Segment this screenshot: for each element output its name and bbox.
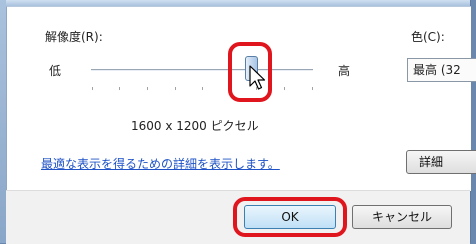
cancel-button[interactable]: キャンセル [352,205,452,229]
slider-tick [312,87,313,90]
help-link[interactable]: 最適な表示を得るための詳細を表示します。 [41,155,280,172]
resolution-label: 解像度(R): [45,30,103,44]
resolution-value-text: 1600 x 1200 ピクセル [131,119,259,133]
slider-tick [202,87,203,90]
slider-high-label: 高 [338,64,351,78]
slider-track[interactable] [91,69,313,70]
slider-tick [175,87,176,90]
highlight-callout-ok [233,197,347,237]
slider-tick [147,87,148,90]
color-label: 色(C): [411,30,445,44]
dialog-window: 解像度(R): 低 高 1600 x 1200 ピクセル 色(C): 最高 (3… [0,0,476,244]
slider-tick [92,87,93,90]
mouse-pointer-icon [249,65,266,90]
slider-low-label: 低 [49,64,62,78]
color-select[interactable]: 最高 (32 [407,58,476,82]
slider-tick [284,87,285,90]
slider-tick [119,87,120,90]
advanced-settings-button[interactable]: 詳細 [406,150,476,174]
